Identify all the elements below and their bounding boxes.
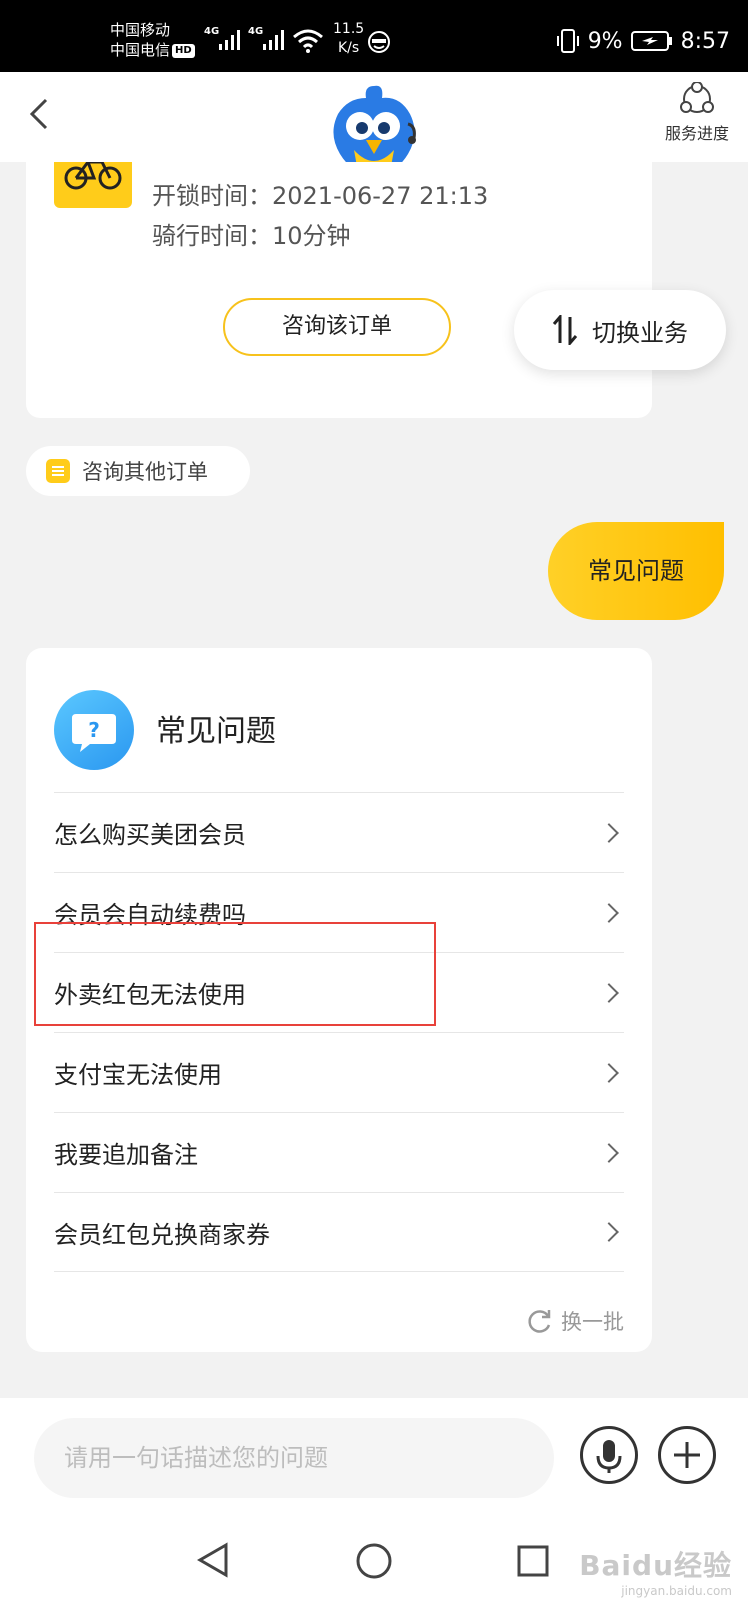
battery-percent: 9%: [587, 28, 623, 54]
unlock-time: 开锁时间：2021-06-27 21:13: [152, 182, 489, 210]
net-speed: 11.5 K/s: [333, 21, 365, 56]
clock: 8:57: [680, 28, 730, 54]
service-progress-button[interactable]: 服务进度: [660, 82, 734, 144]
svg-text:?: ?: [88, 718, 100, 742]
document-icon: [46, 459, 70, 483]
service-progress-label: 服务进度: [664, 124, 729, 143]
faq-item[interactable]: 支付宝无法使用: [54, 1032, 624, 1112]
chevron-right-icon: [599, 1142, 619, 1163]
refresh-batch-label: 换一批: [561, 1310, 624, 1334]
faq-item[interactable]: 怎么购买美团会员: [54, 792, 624, 872]
faq-list: 怎么购买美团会员 会员会自动续费吗 外卖红包无法使用 支付宝无法使用 我要追加备…: [54, 792, 624, 1272]
carrier-info: 中国移动 中国电信 HD: [110, 20, 195, 60]
battery-icon: [630, 31, 672, 51]
wifi-icon: [293, 29, 323, 53]
baidu-watermark: Baidu经验 jingyan.baidu.com: [579, 1549, 732, 1598]
question-bubble-icon: ?: [54, 690, 134, 770]
carrier-1: 中国移动: [110, 21, 171, 39]
carrier-2: 中国电信: [110, 41, 171, 59]
back-icon[interactable]: [22, 94, 62, 134]
nav-recents-icon[interactable]: [516, 1544, 550, 1578]
bike-icon: [54, 160, 132, 208]
chevron-right-icon: [599, 982, 619, 1003]
user-message-bubble: 常见问题: [548, 522, 724, 620]
signal-icon-2: 4G: [248, 26, 288, 54]
refresh-icon: [528, 1310, 551, 1333]
chevron-right-icon: [599, 1062, 619, 1083]
hd-badge: HD: [172, 43, 195, 58]
ride-time: 骑行时间：10分钟: [152, 222, 351, 250]
face-icon: [368, 31, 390, 53]
switch-business-label: 切换业务: [592, 318, 688, 347]
plus-icon: [674, 1442, 700, 1468]
signal-icon-1: 4G: [204, 26, 244, 54]
swap-icon: [552, 315, 578, 345]
consult-order-button[interactable]: 咨询该订单: [223, 298, 451, 356]
consult-other-orders-label: 咨询其他订单: [82, 460, 208, 484]
switch-business-button[interactable]: 切换业务: [514, 290, 726, 370]
highlight-annotation-box: [34, 922, 436, 1026]
chevron-right-icon: [599, 1222, 619, 1242]
consult-other-orders-chip[interactable]: 咨询其他订单: [26, 446, 250, 496]
status-bar: 中国移动 中国电信 HD 4G 4G 11.5 K/s 9% 8:57: [0, 0, 748, 72]
chevron-right-icon: [599, 902, 619, 923]
service-progress-icon: [680, 82, 714, 113]
faq-item[interactable]: 我要追加备注: [54, 1112, 624, 1192]
faq-title: 常见问题: [156, 714, 276, 749]
add-button[interactable]: [658, 1426, 716, 1484]
chevron-right-icon: [599, 822, 619, 843]
input-bar: [0, 1398, 748, 1516]
nav-home-icon[interactable]: [355, 1542, 393, 1580]
top-nav-bar: 服务进度: [0, 72, 748, 176]
nav-back-icon[interactable]: [196, 1542, 230, 1578]
vibrate-icon: [556, 29, 579, 53]
message-input[interactable]: [34, 1418, 554, 1498]
faq-item[interactable]: 会员红包兑换商家券: [54, 1192, 624, 1272]
voice-button[interactable]: [580, 1426, 638, 1484]
microphone-icon: [596, 1440, 622, 1473]
refresh-batch-button[interactable]: 换一批: [527, 1306, 624, 1336]
status-right: 9% 8:57: [556, 28, 730, 54]
